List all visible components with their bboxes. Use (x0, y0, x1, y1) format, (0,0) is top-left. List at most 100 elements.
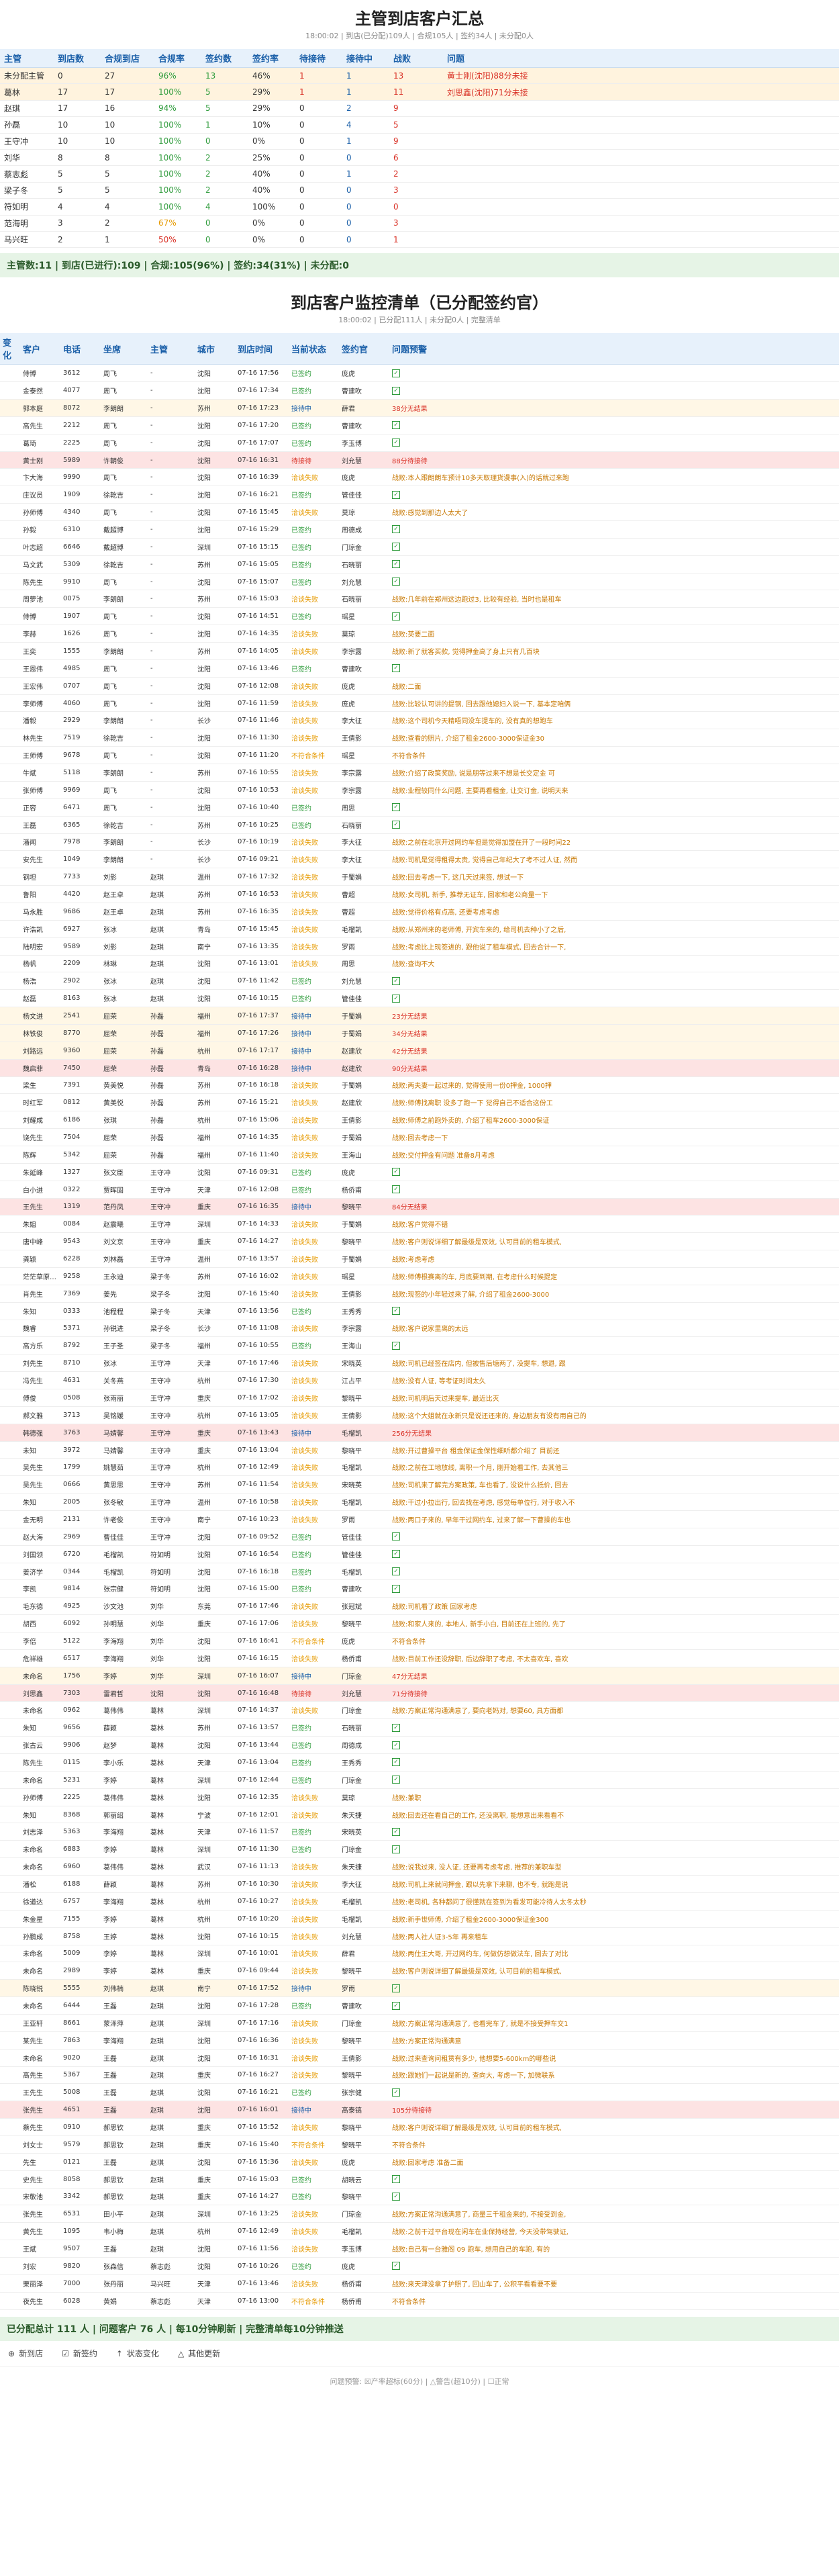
customer-cell: 杭州 (195, 1910, 235, 1928)
customer-cell: 洽谈失败 (289, 642, 339, 660)
check-icon: ✓ (392, 1584, 400, 1593)
customer-cell: 屈荣 (101, 1024, 148, 1042)
customer-cell: - (148, 555, 195, 573)
customer-cell: 张冰 (101, 989, 148, 1008)
customer-cell: 0084 (60, 1215, 101, 1234)
supervisor-cell (443, 100, 839, 118)
customer-cell: 未命名 (20, 2049, 60, 2067)
customer-cell: - (148, 364, 195, 383)
customer-cell: 王守冲 (148, 1198, 195, 1216)
customer-cell: 洽谈失败 (289, 1927, 339, 1945)
supervisor-cell: 0% (248, 133, 295, 150)
list-title: 到店客户监控清单（已分配签约官） (291, 293, 548, 313)
customer-cell: 洽谈失败 (289, 1285, 339, 1303)
customer-cell: 黎晓平 (339, 1614, 389, 1633)
new-store-icon: ⊕ (8, 2348, 15, 2358)
customer-row: 王先生 1319 范丹凤 王守冲 重庆 07-16 16:35 接待中 黎晓平 84分无结果 (0, 1198, 839, 1216)
customer-cell: 洽谈失败 (289, 1962, 339, 1980)
customer-cell: 苏州 (195, 1076, 235, 1095)
customer-cell: 孙师傅 (20, 1788, 60, 1806)
customer-cell: 9678 (60, 746, 101, 765)
customer-cell: 6471 (60, 798, 101, 817)
customer-cell: 洽谈失败 (289, 850, 339, 869)
customer-cell: 洽谈失败 (289, 1806, 339, 1824)
customer-cell: 赵建欣 (339, 1093, 389, 1112)
supervisor-cell: 9 (389, 100, 443, 118)
customer-cell: 孙磊 (148, 1128, 195, 1146)
customer-cell: 周飞 (101, 573, 148, 591)
customer-cell: 许老俊 (101, 1510, 148, 1528)
customer-cell: 洽谈失败 (289, 2205, 339, 2223)
customer-cell: 07-16 17:56 (235, 364, 289, 383)
customer-row: 叶志超 6646 戴超博 - 深圳 07-16 15:15 已签约 门琼金 ✓ (0, 538, 839, 556)
customer-cell: 李宗露 (339, 642, 389, 660)
customer-cell: 07-16 10:26 (235, 2257, 289, 2275)
customer-cell: 王磊 (101, 2066, 148, 2084)
customer-cell (0, 1302, 20, 1320)
customer-cell: 孙磊 (148, 1024, 195, 1042)
customer-cell: 陆明宏 (20, 937, 60, 956)
customer-cell: 赵震曦 (101, 1215, 148, 1234)
customer-cell: 07-16 16:01 (235, 2101, 289, 2119)
customer-cell: 07-16 09:31 (235, 1163, 289, 1181)
customer-cell: 90分无结果 (389, 1059, 839, 1077)
customer-cell: 马兴旺 (148, 2274, 195, 2293)
customer-cell: - (148, 434, 195, 452)
customer-cell: 赵琪 (148, 868, 195, 886)
customer-header-cell: 电话 (60, 333, 101, 365)
customer-cell: 李小乐 (101, 1753, 148, 1772)
customer-cell (0, 1371, 20, 1389)
customer-cell: 张冠斌 (339, 1597, 389, 1616)
customer-cell (0, 416, 20, 434)
customer-cell: 周德成 (339, 1736, 389, 1755)
customer-cell: 庞虎 (339, 2153, 389, 2171)
customer-row: 史先生 8058 郝思钦 赵琪 重庆 07-16 15:03 已签约 胡晓云 ✓ (0, 2170, 839, 2189)
customer-cell: 王师傅 (20, 746, 60, 765)
customer-cell: 曹建吹 (339, 416, 389, 434)
customer-cell: 王亚轩 (20, 2014, 60, 2032)
customer-cell: 正容 (20, 798, 60, 817)
customer-cell: 07-16 15:45 (235, 503, 289, 522)
supervisor-cell: 2 (342, 100, 389, 118)
customer-cell: 王守冲 (148, 1493, 195, 1512)
customer-cell: 朱天捷 (339, 1857, 389, 1876)
customer-cell: 已签约 (289, 989, 339, 1008)
customer-cell: 王倩影 (339, 1406, 389, 1424)
issue-cell: ✓ (389, 1302, 839, 1320)
customer-cell: 郭本庭 (20, 399, 60, 417)
summary-title: 主管到店客户汇总 (355, 9, 484, 28)
customer-cell (0, 364, 20, 383)
customer-header-cell: 坐席 (101, 333, 148, 365)
customer-cell: 王守冲 (148, 1250, 195, 1268)
customer-cell: 庞虎 (339, 364, 389, 383)
customer-row: 高先生 5367 王磊 赵琪 重庆 07-16 16:27 洽谈失败 黎晓平 战败:跟她们一起说… (0, 2066, 839, 2084)
supervisor-cell: 29% (248, 83, 295, 101)
customer-row: 刘女士 9579 郝思钦 赵琪 重庆 07-16 15:40 不符合条件 黎晓平 不符合条件 (0, 2135, 839, 2154)
customer-cell: 杭州 (195, 1042, 235, 1060)
supervisor-cell: 赵琪 (0, 100, 54, 118)
customer-cell (0, 607, 20, 626)
check-icon: ✓ (392, 1758, 400, 1767)
customer-cell: 07-16 09:52 (235, 1528, 289, 1546)
customer-row: 陆明宏 9589 刘影 赵琪 南宁 07-16 13:35 洽谈失败 罗雨 战败:考虑比上现签进… (0, 937, 839, 956)
customer-cell: 07-16 10:40 (235, 798, 289, 817)
customer-cell: 庞虎 (339, 1163, 389, 1181)
customer-row: 高先生 2212 周飞 - 沈阳 07-16 17:20 已签约 曹建吹 ✓ (0, 416, 839, 434)
customer-cell: 毛榴凯 (339, 2222, 389, 2241)
customer-cell: 接待中 (289, 1667, 339, 1685)
customer-cell: 刘华 (148, 1614, 195, 1633)
customer-cell (0, 399, 20, 417)
supervisor-cell: 4 (201, 198, 248, 216)
customer-cell: 周飞 (101, 659, 148, 678)
customer-cell: 9686 (60, 903, 101, 921)
customer-cell: 孙磊 (148, 1042, 195, 1060)
customer-cell: 王倩影 (339, 1111, 389, 1130)
customer-cell: 南宁 (195, 937, 235, 956)
supervisor-cell: 100% (154, 116, 201, 134)
customer-cell: 张冰 (101, 920, 148, 938)
customer-cell: 7450 (60, 1059, 101, 1077)
customer-cell: 战败:自己有一台雅阁 09 跑车, 想用自己的车跑, 有的 (389, 2240, 839, 2258)
customer-cell: 赵琪 (148, 2222, 195, 2241)
customer-cell: 洽谈失败 (289, 1458, 339, 1477)
supervisor-cell: 67% (154, 215, 201, 232)
